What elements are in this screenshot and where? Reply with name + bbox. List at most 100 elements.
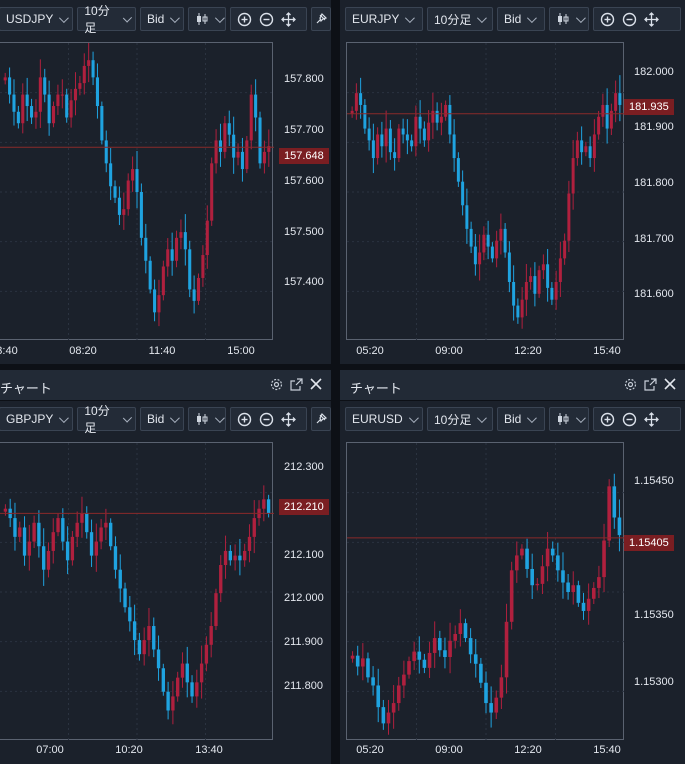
candle-body (458, 623, 463, 634)
timeframe-dropdown[interactable]: 10分足 (77, 4, 136, 35)
candle-body (563, 240, 567, 259)
candle-body (376, 685, 381, 708)
chart-toolbar: GBPJPY 10分足 Bid (0, 404, 331, 435)
x-tick-label: 15:00 (227, 345, 255, 357)
zoom-out-icon[interactable] (619, 409, 639, 429)
pin-button[interactable] (311, 407, 331, 431)
timeframe-dropdown[interactable]: 10分足 (427, 407, 493, 431)
chart-toolbar: EURJPY 10分足 Bid (345, 4, 685, 34)
candle-body (388, 128, 392, 153)
price-type-dropdown[interactable]: Bid (497, 407, 545, 431)
candle-body (448, 640, 452, 658)
zoom-in-icon[interactable] (234, 409, 254, 429)
close-icon[interactable] (663, 377, 677, 391)
chart-type-dropdown[interactable] (549, 407, 589, 431)
candle-body (245, 140, 249, 170)
candle-body (537, 270, 541, 294)
gear-icon[interactable] (269, 377, 283, 391)
move-icon[interactable] (278, 9, 298, 29)
candle-body (104, 522, 108, 528)
candle-body (32, 522, 36, 542)
zoom-in-icon[interactable] (234, 9, 254, 29)
candle-body (47, 94, 51, 124)
pin-icon (315, 9, 327, 29)
candle-body (132, 621, 137, 641)
panel-title-bar[interactable]: チャート (0, 370, 331, 401)
zoom-in-icon[interactable] (597, 9, 617, 29)
candle-body (201, 255, 205, 278)
candle-body (386, 712, 391, 724)
x-tick-label: 05:20 (356, 744, 384, 756)
pin-button[interactable] (311, 7, 331, 31)
gear-icon[interactable] (623, 377, 637, 391)
symbol-dropdown[interactable]: USDJPY (0, 7, 74, 31)
chevron-down-icon (405, 12, 416, 23)
chart-type-dropdown[interactable] (549, 7, 589, 31)
candle-body (597, 116, 601, 135)
candle-body (397, 128, 401, 159)
candle-body (396, 685, 401, 704)
candle-body (391, 703, 396, 713)
price-type-dropdown[interactable]: Bid (139, 407, 185, 431)
candle-body (558, 258, 562, 282)
candle-body (85, 513, 89, 533)
candle-body (456, 158, 460, 182)
zoom-tools (230, 407, 307, 431)
symbol-dropdown[interactable]: EURJPY (345, 7, 423, 31)
candle-body (431, 110, 435, 123)
price-type-label: Bid (146, 412, 165, 426)
symbol-dropdown[interactable]: EURUSD (345, 407, 423, 431)
candle-body (89, 532, 94, 556)
candle-body (249, 94, 253, 141)
candle-body (152, 626, 156, 650)
close-icon[interactable] (309, 377, 323, 391)
move-icon[interactable] (278, 409, 298, 429)
candle-body (412, 651, 416, 662)
candle-body (196, 277, 201, 301)
candle-body (219, 565, 223, 594)
candle-body (61, 518, 65, 542)
candle-body (137, 640, 142, 655)
timeframe-label: 10分足 (84, 4, 110, 35)
candle-body (82, 65, 86, 84)
candle-body (525, 548, 529, 569)
candle-body (524, 281, 528, 300)
chevron-down-icon (477, 412, 488, 423)
panel-title-bar[interactable]: チャート (340, 370, 685, 401)
candle-body (605, 104, 609, 129)
plot-area[interactable] (0, 42, 274, 341)
candle-body (567, 193, 571, 241)
price-type-dropdown[interactable]: Bid (497, 7, 545, 31)
x-tick-label: 09:00 (435, 345, 463, 357)
symbol-label: USDJPY (6, 12, 54, 26)
candle-body (166, 691, 170, 711)
move-icon[interactable] (641, 9, 661, 29)
plot-area[interactable] (346, 42, 625, 341)
chart-panel-gbpjpy: チャート GBPJPY 10分足 Bid 212.300 212.100 212… (0, 370, 331, 764)
zoom-in-icon[interactable] (597, 409, 617, 429)
timeframe-dropdown[interactable]: 10分足 (77, 404, 136, 435)
price-type-dropdown[interactable]: Bid (139, 7, 185, 31)
plot-area[interactable] (0, 442, 274, 741)
candle-body (535, 583, 540, 586)
candle-body (514, 555, 519, 571)
external-link-icon[interactable] (289, 377, 303, 391)
chart-type-dropdown[interactable] (188, 7, 227, 31)
candle-body (91, 60, 95, 78)
move-icon[interactable] (641, 409, 661, 429)
external-link-icon[interactable] (643, 377, 657, 391)
symbol-dropdown[interactable]: GBPJPY (0, 407, 74, 431)
candle-body (453, 633, 458, 641)
timeframe-dropdown[interactable]: 10分足 (427, 7, 493, 31)
candle-body (131, 169, 135, 181)
timeframe-label: 10分足 (84, 404, 110, 435)
chart-type-dropdown[interactable] (188, 407, 227, 431)
candle-body (427, 652, 432, 668)
zoom-out-icon[interactable] (256, 9, 276, 29)
zoom-out-icon[interactable] (256, 409, 276, 429)
plot-area[interactable] (346, 442, 625, 741)
candle-body (87, 60, 91, 66)
zoom-out-icon[interactable] (619, 9, 639, 29)
candle-body (366, 658, 370, 678)
candle-body (214, 593, 218, 627)
